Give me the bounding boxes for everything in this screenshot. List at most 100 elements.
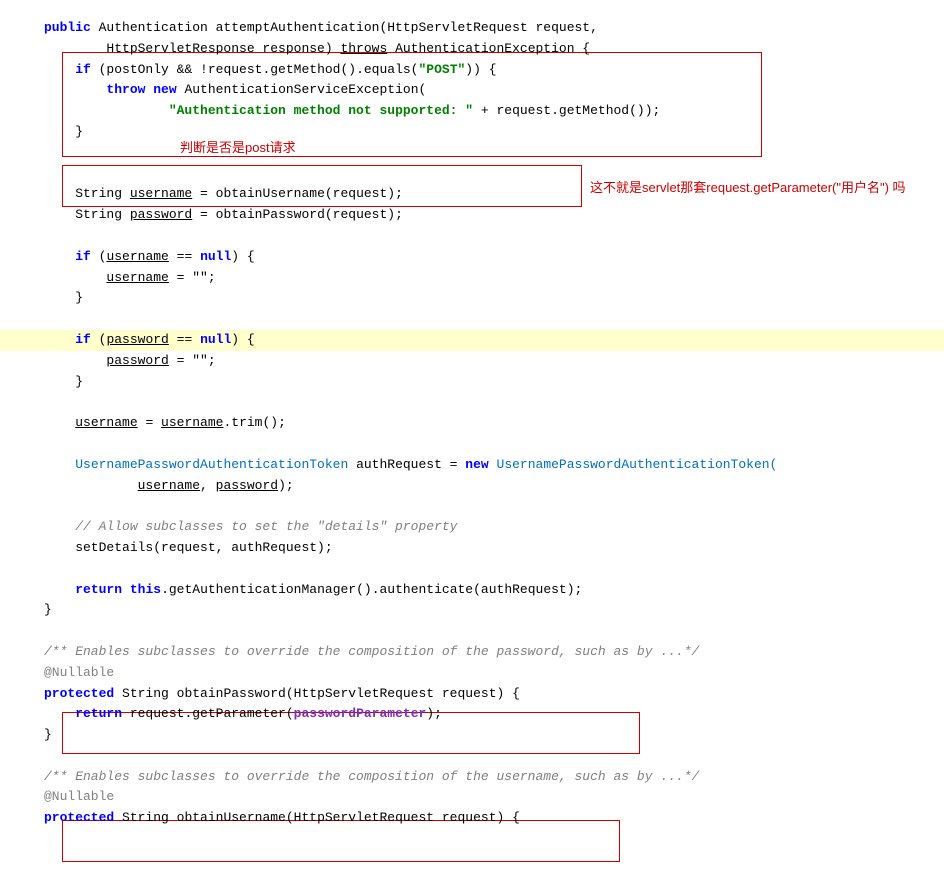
- comment: // Allow subclasses to set the "details"…: [44, 519, 457, 534]
- line-text: }: [0, 122, 936, 143]
- line-text: /** Enables subclasses to override the c…: [0, 767, 936, 788]
- line-text: }: [0, 288, 936, 309]
- code-line: String password = obtainPassword(request…: [0, 205, 944, 226]
- code-line: password = "";: [0, 351, 944, 372]
- string-literal: "POST": [418, 62, 465, 77]
- line-text: [0, 392, 936, 413]
- line-text: String password = obtainPassword(request…: [0, 205, 936, 226]
- code-line: HttpServletResponse response) throws Aut…: [0, 39, 944, 60]
- variable-password: password: [216, 478, 278, 493]
- code-line: [0, 392, 944, 413]
- line-text: [0, 434, 936, 455]
- code-line: protected String obtainPassword(HttpServ…: [0, 684, 944, 705]
- code-line: if (username == null) {: [0, 247, 944, 268]
- code-line: [0, 164, 944, 185]
- class-name: UsernamePasswordAuthenticationToken: [75, 457, 348, 472]
- code-line: return this.getAuthenticationManager().a…: [0, 580, 944, 601]
- code-line: [0, 496, 944, 517]
- param-name: passwordParameter: [294, 706, 427, 721]
- keyword: new: [153, 82, 176, 97]
- line-text: [0, 309, 936, 330]
- keyword: protected: [44, 810, 114, 825]
- code-line: protected String obtainUsername(HttpServ…: [0, 808, 944, 829]
- line-text: throw new AuthenticationServiceException…: [0, 80, 936, 101]
- line-text: username, password);: [0, 476, 936, 497]
- code-line: [0, 621, 944, 642]
- code-line: return request.getParameter(passwordPara…: [0, 704, 944, 725]
- code-line: }: [0, 725, 944, 746]
- annotation: @Nullable: [44, 665, 114, 680]
- line-text: }: [0, 372, 936, 393]
- line-text: protected String obtainUsername(HttpServ…: [0, 808, 936, 829]
- class-name: UsernamePasswordAuthenticationToken(: [497, 457, 778, 472]
- code-line: UsernamePasswordAuthenticationToken auth…: [0, 455, 944, 476]
- code-line: [0, 559, 944, 580]
- code-line: @Nullable: [0, 663, 944, 684]
- line-text: if (password == null) {: [0, 330, 936, 351]
- variable-password: password: [106, 332, 168, 347]
- code-line: username = "";: [0, 268, 944, 289]
- variable-password: password: [106, 353, 168, 368]
- code-line: // Allow subclasses to set the "details"…: [0, 517, 944, 538]
- throws-keyword: throws: [340, 41, 387, 56]
- line-text: if (username == null) {: [0, 247, 936, 268]
- annotation: @Nullable: [44, 789, 114, 804]
- code-line: [0, 434, 944, 455]
- code-line: /** Enables subclasses to override the c…: [0, 642, 944, 663]
- line-text: [0, 143, 936, 164]
- code-line: if (postOnly && !request.getMethod().equ…: [0, 60, 944, 81]
- line-text: setDetails(request, authRequest);: [0, 538, 936, 559]
- line-text: // Allow subclasses to set the "details"…: [0, 517, 936, 538]
- code-line: [0, 309, 944, 330]
- variable-username: username: [106, 270, 168, 285]
- line-text: public Authentication attemptAuthenticat…: [0, 18, 936, 39]
- line-text: "Authentication method not supported: " …: [0, 101, 936, 122]
- keyword: if: [75, 332, 91, 347]
- line-text: }: [0, 600, 936, 621]
- line-text: protected String obtainPassword(HttpServ…: [0, 684, 936, 705]
- code-line: username, password);: [0, 476, 944, 497]
- line-text: password = "";: [0, 351, 936, 372]
- code-line: /** Enables subclasses to override the c…: [0, 767, 944, 788]
- keyword: return: [75, 582, 122, 597]
- code-line: }: [0, 288, 944, 309]
- code-viewer: 判断是否是post请求 这不就是servlet那套request.getPara…: [0, 0, 944, 847]
- line-text: return this.getAuthenticationManager().a…: [0, 580, 936, 601]
- code-line: setDetails(request, authRequest);: [0, 538, 944, 559]
- code-line: [0, 746, 944, 767]
- code-line-highlighted: if (password == null) {: [0, 330, 944, 351]
- code-line: [0, 226, 944, 247]
- keyword: this: [130, 582, 161, 597]
- comment: /** Enables subclasses to override the c…: [44, 644, 699, 659]
- variable-username: username: [75, 415, 137, 430]
- line-text: if (postOnly && !request.getMethod().equ…: [0, 60, 936, 81]
- line-text: username = "";: [0, 268, 936, 289]
- keyword: null: [200, 332, 231, 347]
- variable-username: username: [130, 186, 192, 201]
- variable-username: username: [161, 415, 223, 430]
- line-text: UsernamePasswordAuthenticationToken auth…: [0, 455, 936, 476]
- code-line: String username = obtainUsername(request…: [0, 184, 944, 205]
- string-literal: "Authentication method not supported: ": [169, 103, 473, 118]
- line-text: [0, 496, 936, 517]
- keyword: if: [75, 249, 91, 264]
- comment: /** Enables subclasses to override the c…: [44, 769, 699, 784]
- line-text: @Nullable: [0, 787, 936, 808]
- keyword: throw: [106, 82, 145, 97]
- code-line: "Authentication method not supported: " …: [0, 101, 944, 122]
- line-text: /** Enables subclasses to override the c…: [0, 642, 936, 663]
- variable-username: username: [138, 478, 200, 493]
- line-text: [0, 559, 936, 580]
- code-line: }: [0, 600, 944, 621]
- line-text: HttpServletResponse response) throws Aut…: [0, 39, 936, 60]
- method-name: obtainUsername(HttpServletRequest reques…: [177, 810, 520, 825]
- code-line: @Nullable: [0, 787, 944, 808]
- line-text: @Nullable: [0, 663, 936, 684]
- line-text: String username = obtainUsername(request…: [0, 184, 936, 205]
- line-text: return request.getParameter(passwordPara…: [0, 704, 936, 725]
- variable-username: username: [106, 249, 168, 264]
- code-line: }: [0, 122, 944, 143]
- keyword: null: [200, 249, 231, 264]
- method-name: obtainPassword(HttpServletRequest reques…: [177, 686, 520, 701]
- variable-password: password: [130, 207, 192, 222]
